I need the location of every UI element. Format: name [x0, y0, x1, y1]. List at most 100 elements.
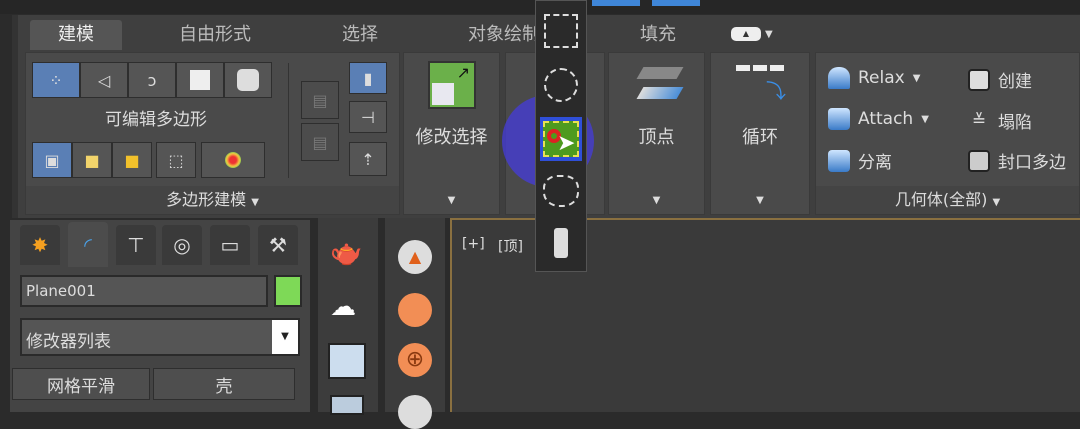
dashed-circle-icon — [544, 68, 578, 102]
shell-button[interactable]: 壳 — [153, 368, 295, 400]
cube-icon — [237, 69, 259, 91]
select-by-angle-button[interactable]: ■ — [112, 142, 152, 178]
tab-motion[interactable]: ◎ — [162, 225, 202, 265]
tab-selection[interactable]: 选择 — [320, 20, 400, 50]
cursor-icon: ➤ — [557, 131, 576, 156]
spray-can-icon — [554, 228, 568, 258]
pin-stack-button[interactable]: ⊣ — [349, 101, 387, 133]
relax-icon — [828, 67, 850, 89]
tab-object-paint[interactable]: 对象绘制 — [460, 20, 540, 50]
group-title: 可编辑多边形 — [105, 110, 207, 130]
tab-modeling[interactable]: 建模 — [30, 20, 122, 50]
chevron-down-icon: ▼ — [251, 197, 259, 208]
vertex-icon — [634, 65, 684, 105]
tab-modify[interactable]: ◜ — [68, 222, 108, 267]
selection-region-flyout: ➤ — [535, 0, 587, 272]
fire-icon[interactable]: ▲ — [398, 240, 432, 274]
cap-icon — [968, 149, 990, 172]
make-unique-button[interactable]: ⇡ — [349, 142, 387, 176]
border-mode-button[interactable]: ↄ — [128, 62, 176, 98]
group-geometry: Relax ▼ Attach ▼ 分离 创建 ≚ 塌陷 封口多边 几何体(全部) ▼ — [815, 52, 1080, 215]
detach-label: 分离 — [858, 153, 892, 173]
group-modify-selection[interactable]: ↗ 修改选择 ▼ — [403, 52, 500, 215]
soft-selection-button[interactable] — [201, 142, 265, 178]
select-object-button[interactable]: ▣ — [32, 142, 72, 178]
group-label[interactable]: 多边形建模 ▼ — [26, 186, 399, 214]
group-loop[interactable]: ⤵ 循环 ▼ — [710, 52, 810, 215]
modify-selection-label: 修改选择 — [415, 127, 488, 148]
cloud-icon[interactable]: ☁ — [330, 292, 356, 322]
chevron-down-icon[interactable]: ▼ — [765, 29, 773, 40]
group-label[interactable]: 几何体(全部) ▼ — [816, 186, 1079, 214]
attach-icon — [828, 108, 850, 130]
element-mode-button[interactable] — [224, 62, 272, 98]
collapse-icon: ≚ — [971, 110, 987, 131]
polygon-mode-button[interactable] — [176, 62, 224, 98]
collapse-button[interactable]: ≚ 塌陷 — [968, 108, 1032, 134]
relax-button[interactable]: Relax ▼ — [828, 67, 920, 89]
show-end-result-button[interactable]: ▮ — [349, 62, 387, 94]
tab-utilities[interactable]: ⚒ — [258, 225, 298, 265]
material-editor-icon[interactable] — [328, 343, 366, 379]
attach-button[interactable]: Attach ▼ — [828, 108, 929, 130]
tab-display[interactable]: ▭ — [210, 225, 250, 265]
circular-selection-button[interactable] — [540, 63, 582, 107]
cap-poly-button[interactable]: 封口多边 — [968, 148, 1066, 173]
lasso-selection-button[interactable] — [540, 169, 582, 213]
torus-icon[interactable] — [398, 395, 432, 429]
select-by-vertex-button[interactable]: ■ — [72, 142, 112, 178]
arrow-down-icon: ⤵ — [766, 79, 786, 103]
ribbon-toggle-button[interactable]: ▲ — [731, 27, 761, 41]
tab-hierarchy[interactable]: ⊤ — [116, 225, 156, 265]
meshsmooth-button[interactable]: 网格平滑 — [12, 368, 150, 400]
edge-mode-button[interactable]: ◁ — [80, 62, 128, 98]
group-label-text: 几何体(全部) — [894, 190, 988, 209]
remove-modifier-button[interactable]: ▤ — [301, 123, 339, 161]
chevron-down-icon: ▼ — [447, 195, 456, 206]
modify-selection-icon: ↗ — [428, 61, 476, 109]
soft-selection-icon — [225, 152, 241, 168]
dashed-rectangle-icon — [544, 14, 578, 48]
object-color-swatch[interactable] — [274, 275, 302, 307]
detach-button[interactable]: 分离 — [828, 148, 892, 173]
chevron-down-icon: ▼ — [272, 320, 298, 354]
separator — [288, 63, 289, 178]
loop-label: 循环 — [742, 127, 778, 148]
create-icon — [968, 68, 990, 91]
collapse-stack-button[interactable]: ▤ — [301, 81, 339, 119]
top-toolbar-blue-button[interactable] — [592, 0, 640, 6]
viewport-view-label[interactable]: [顶] — [498, 236, 523, 256]
object-name-field[interactable]: Plane001 — [20, 275, 268, 307]
vertex-mode-button[interactable]: ⁘ — [32, 62, 80, 98]
viewport-menu[interactable]: [+] — [462, 236, 485, 252]
loop-icon — [736, 65, 786, 71]
tab-populate[interactable]: 填充 — [620, 20, 696, 50]
relax-label: Relax — [858, 68, 905, 88]
sphere-icon[interactable] — [398, 293, 432, 327]
group-vertex[interactable]: 顶点 ▼ — [608, 52, 705, 215]
fence-selection-button[interactable]: ➤ — [540, 117, 582, 161]
fence-selection-icon: ➤ — [543, 121, 579, 157]
teapot-icon[interactable]: 🫖 — [330, 238, 362, 268]
modifier-list-dropdown[interactable]: 修改器列表 ▼ — [20, 318, 300, 356]
geosphere-icon[interactable]: ⊕ — [398, 343, 432, 377]
polygon-icon — [190, 70, 210, 90]
dashed-lasso-icon — [543, 175, 579, 207]
tab-freeform[interactable]: 自由形式 — [160, 20, 270, 50]
chevron-down-icon: ▼ — [652, 195, 661, 206]
attach-label: Attach — [858, 109, 914, 129]
rectangular-selection-button[interactable] — [540, 9, 582, 53]
tab-create[interactable]: ✸ — [20, 225, 60, 265]
create-button[interactable]: 创建 — [968, 67, 1032, 92]
create-label: 创建 — [998, 72, 1032, 92]
preview-selection-button[interactable]: ⬚ — [156, 142, 196, 178]
group-polygon-modeling: ⁘ ◁ ↄ 可编辑多边形 ▣ ■ ■ ⬚ ▤ ▤ ▮ ⊣ ⇡ 多边形建模 ▼ — [25, 52, 400, 215]
vertex-label: 顶点 — [638, 127, 675, 148]
chevron-down-icon: ▼ — [992, 197, 1001, 208]
detach-icon — [828, 149, 850, 172]
paint-selection-button[interactable] — [540, 221, 582, 265]
chevron-down-icon: ▼ — [756, 195, 764, 206]
top-toolbar-blue-button[interactable] — [652, 0, 700, 6]
render-frame-icon[interactable] — [330, 395, 364, 415]
cap-poly-label: 封口多边 — [998, 153, 1066, 173]
